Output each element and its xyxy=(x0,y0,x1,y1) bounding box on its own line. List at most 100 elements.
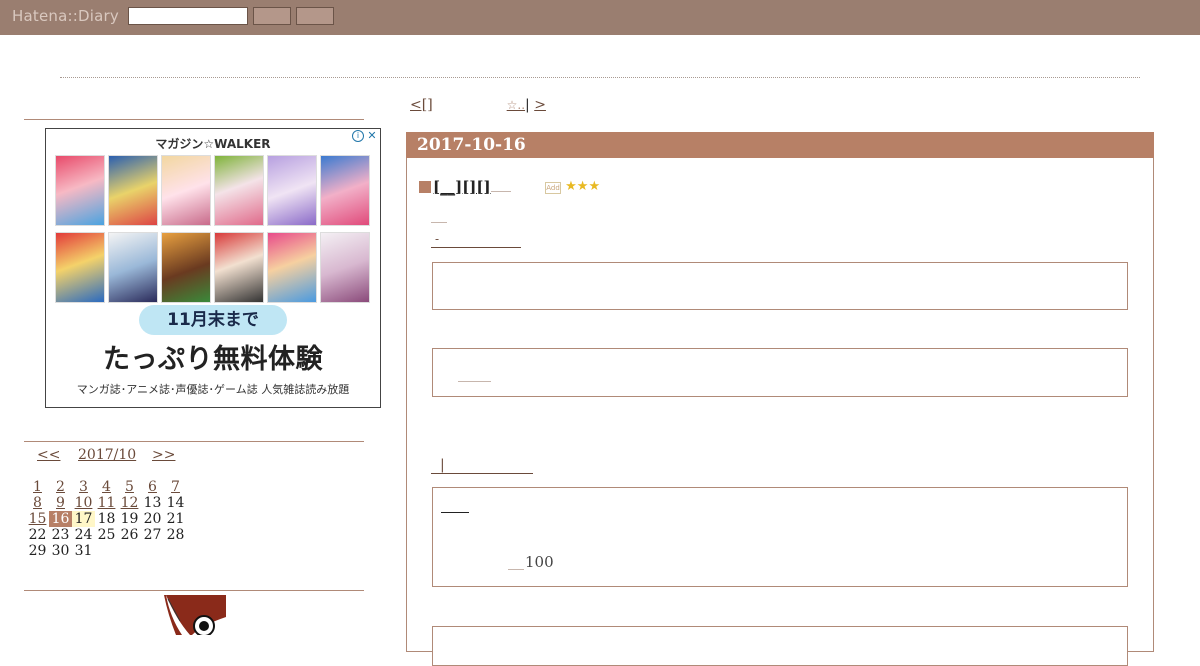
magazine-cover xyxy=(161,232,211,303)
calendar-day-11: 11 xyxy=(95,495,118,511)
calendar-month-link[interactable]: 2017/10 xyxy=(78,447,136,463)
calendar-day-7: 7 xyxy=(164,479,187,495)
calendar-day-26: 26 xyxy=(120,527,139,543)
ad-close-icon[interactable]: ✕ xyxy=(366,130,378,142)
search-diary-button[interactable] xyxy=(253,7,291,25)
calendar-day-30: 30 xyxy=(51,543,70,559)
ad-headline: たっぷり無料体験 xyxy=(103,344,323,375)
sidebar-divider xyxy=(24,119,364,120)
embedded-link-line[interactable] xyxy=(458,381,491,382)
section-anchor-line xyxy=(431,222,447,223)
star-area: Add ★★★ xyxy=(545,179,600,194)
magazine-cover xyxy=(320,155,370,226)
next-day-label: > xyxy=(534,97,546,113)
calendar-day-12: 12 xyxy=(118,495,141,511)
calendar-day-1: 1 xyxy=(26,479,49,495)
entry-title-square-icon xyxy=(419,181,431,193)
ad-info-icon[interactable]: i xyxy=(352,130,364,142)
calendar-day-link[interactable]: 4 xyxy=(102,479,111,495)
calendar-day-link[interactable]: 9 xyxy=(56,495,65,511)
calendar-day-17: 17 xyxy=(72,511,95,527)
calendar-day-link[interactable]: 7 xyxy=(171,479,180,495)
calendar-day-28: 28 xyxy=(166,527,185,543)
calendar-day-8: 8 xyxy=(26,495,49,511)
day-section: 2017-10-16 [__][][] Add ★★★ - | 100 xyxy=(406,132,1154,666)
calendar-day-21: 21 xyxy=(166,511,185,527)
calendar-day-25: 25 xyxy=(97,527,116,543)
calendar-week: 1234567 xyxy=(26,479,187,495)
embedded-content-box xyxy=(432,262,1128,310)
magazine-cover xyxy=(55,232,105,303)
calendar-day-link[interactable]: 10 xyxy=(75,495,93,511)
related-link[interactable]: | xyxy=(431,458,533,474)
magazine-cover xyxy=(55,155,105,226)
top-bar: Hatena::Diary xyxy=(0,0,1200,35)
embedded-content-box: 100 xyxy=(432,487,1128,587)
embedded-link-line[interactable] xyxy=(441,512,469,513)
calendar-day-link[interactable]: 3 xyxy=(79,479,88,495)
prev-day-link[interactable]: <[] ☆.. xyxy=(410,97,525,113)
search-all-button[interactable] xyxy=(296,7,334,25)
calendar-empty-cell xyxy=(118,543,141,559)
related-link-label: - xyxy=(435,232,440,246)
calendar-day-29: 29 xyxy=(28,543,47,559)
calendar-week: 15 16 17 18 19 20 21 xyxy=(26,511,187,527)
ad-title: マガジン☆WALKER xyxy=(155,137,271,151)
calendar-day-15: 15 xyxy=(26,511,49,527)
stars-display[interactable]: ★★★ xyxy=(565,179,600,194)
calendar-empty-cell xyxy=(164,543,187,559)
calendar-week: 22 23 24 25 26 27 28 xyxy=(26,527,187,543)
calendar-prev-month-link[interactable]: << xyxy=(37,447,60,463)
magazine-cover xyxy=(267,232,317,303)
calendar-day-link[interactable]: 1 xyxy=(33,479,42,495)
ad-subline: マンガ誌･アニメ誌･声優誌･ゲーム誌 人気雑誌読み放題 xyxy=(76,383,350,396)
calendar-day-link[interactable]: 5 xyxy=(125,479,134,495)
profile-icon xyxy=(162,595,226,635)
search-input[interactable] xyxy=(128,7,248,25)
entry-title-tail xyxy=(490,191,511,192)
sidebar-divider xyxy=(24,441,364,442)
calendar-day-18: 18 xyxy=(97,511,116,527)
embedded-count: 100 xyxy=(508,553,554,571)
calendar-day-link[interactable]: 11 xyxy=(98,495,116,511)
calendar-next-month-link[interactable]: >> xyxy=(152,447,175,463)
entry-title-link[interactable]: [__][][] xyxy=(433,178,491,196)
add-star-button[interactable]: Add xyxy=(545,182,561,194)
advertisement-banner[interactable]: マガジン☆WALKER i ✕ 11月末まで たっぷり無料体験 マンガ誌･アニメ… xyxy=(45,128,381,408)
calendar-day-4: 4 xyxy=(95,479,118,495)
calendar-day-link[interactable]: 16 xyxy=(52,511,70,527)
magazine-cover xyxy=(161,155,211,226)
calendar-day-24: 24 xyxy=(74,527,93,543)
day-date-header[interactable]: 2017-10-16 xyxy=(406,132,1154,158)
pager-separator: | xyxy=(525,97,530,113)
calendar-day-19: 19 xyxy=(120,511,139,527)
calendar-day-23: 23 xyxy=(51,527,70,543)
related-link[interactable]: - xyxy=(431,232,521,248)
profile-icon-image[interactable] xyxy=(162,595,226,635)
calendar-day-link[interactable]: 2 xyxy=(56,479,65,495)
calendar-day-link[interactable]: 6 xyxy=(148,479,157,495)
magazine-cover xyxy=(108,155,158,226)
next-day-link[interactable]: > xyxy=(534,97,564,113)
calendar-day-27: 27 xyxy=(143,527,162,543)
magazine-cover xyxy=(108,232,158,303)
diary-title-divider xyxy=(60,77,1140,78)
calendar-day-14: 14 xyxy=(166,495,185,511)
hatena-diary-logo[interactable]: Hatena::Diary xyxy=(12,7,119,25)
prev-day-label: <[] xyxy=(410,97,433,113)
sidebar-divider xyxy=(24,590,364,591)
calendar-day-16: 16 xyxy=(49,511,72,527)
entry-title: [__][][] xyxy=(419,178,511,196)
calendar-day-9: 9 xyxy=(49,495,72,511)
magazine-cover xyxy=(267,155,317,226)
calendar-day-3: 3 xyxy=(72,479,95,495)
calendar-day-5: 5 xyxy=(118,479,141,495)
calendar-empty-cell xyxy=(141,543,164,559)
calendar-day-link[interactable]: 12 xyxy=(121,495,139,511)
calendar-grid: 1 2 3 4 5 6 7 8 9 10 11 12 13 14 15 16 17 18 19 20 21 22 23 24 2… xyxy=(26,479,187,559)
calendar-day-link[interactable]: 8 xyxy=(33,495,42,511)
magazine-covers-image xyxy=(55,155,373,303)
calendar-day-2: 2 xyxy=(49,479,72,495)
calendar-day-link[interactable]: 15 xyxy=(29,511,47,527)
embedded-content-box xyxy=(432,348,1128,397)
